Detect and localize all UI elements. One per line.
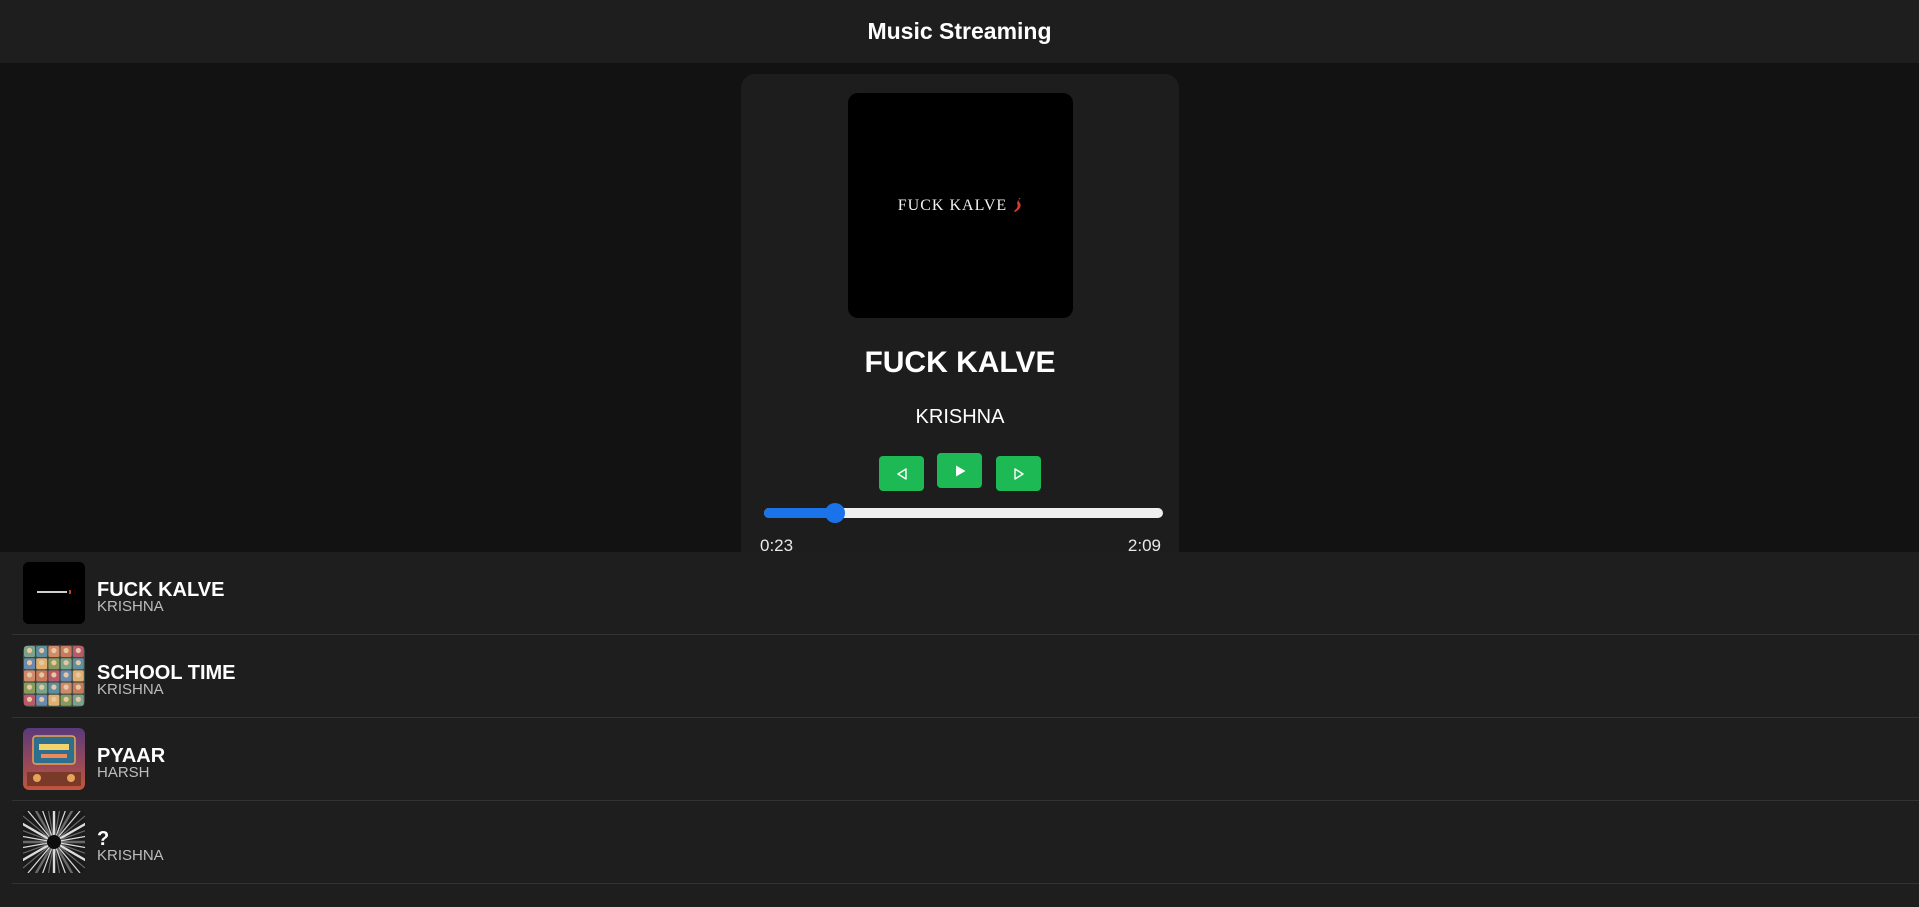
- play-button[interactable]: [937, 453, 982, 488]
- track-artist: KRISHNA: [97, 680, 164, 698]
- next-icon: [1013, 467, 1024, 480]
- playlist-item[interactable]: SCHOOL TIME KRISHNA: [12, 635, 1919, 718]
- track-artist: KRISHNA: [97, 846, 164, 864]
- track-thumbnail: [23, 811, 85, 873]
- track-artist: HARSH: [97, 763, 150, 781]
- playlist-item[interactable]: ? KRISHNA: [12, 801, 1919, 884]
- album-cover-label: FUCK KALVE: [898, 197, 1023, 215]
- track-artist: KRISHNA: [97, 597, 164, 615]
- now-playing-card: FUCK KALVE FUCK KALVE KRISHNA 0:23 2:09: [741, 74, 1179, 594]
- playlist-item[interactable]: PYAAR HARSH: [12, 718, 1919, 801]
- playlist: FUCK KALVE KRISHNA SCHOOL TIME KRISHNA P…: [0, 552, 1919, 907]
- track-thumbnail: [23, 728, 85, 790]
- album-cover: FUCK KALVE: [848, 93, 1073, 318]
- app-header: Music Streaming: [0, 0, 1919, 63]
- seek-handle[interactable]: [825, 503, 846, 523]
- track-thumbnail: [23, 562, 85, 624]
- song-title: FUCK KALVE: [864, 346, 1056, 379]
- playlist-item[interactable]: FUCK KALVE KRISHNA: [12, 552, 1919, 635]
- app-title: Music Streaming: [867, 18, 1052, 44]
- song-artist: KRISHNA: [915, 406, 1005, 428]
- next-button[interactable]: [996, 456, 1041, 491]
- chili-icon: [1014, 198, 1021, 212]
- album-cover-text: FUCK KALVE: [897, 196, 1008, 214]
- seek-bar[interactable]: [764, 503, 1163, 523]
- previous-button[interactable]: [879, 456, 924, 491]
- play-icon: [955, 465, 965, 476]
- previous-icon: [896, 467, 907, 480]
- track-thumbnail: [23, 645, 85, 707]
